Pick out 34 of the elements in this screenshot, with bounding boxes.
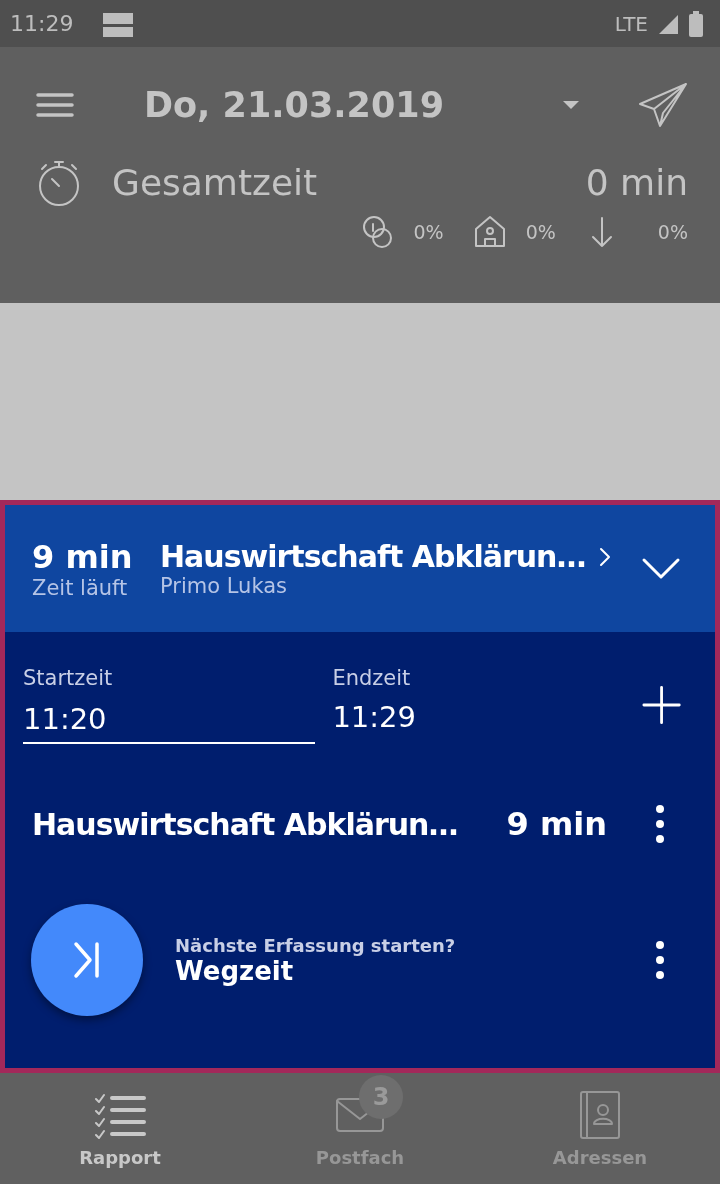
network-label: LTE — [614, 11, 648, 36]
plus-icon[interactable] — [641, 684, 681, 726]
activity-title[interactable]: Hauswirtschaft Abklärun… — [160, 539, 586, 574]
end-time-value: 11:29 — [332, 700, 417, 736]
address-book-icon — [578, 1090, 622, 1140]
next-prompt: Nächste Erfassung starten? — [175, 934, 456, 956]
skip-next-button[interactable] — [31, 904, 143, 1016]
percentage-value: 0% — [525, 221, 556, 243]
entry-duration: 9 min — [506, 805, 607, 843]
checklist-icon — [94, 1091, 146, 1139]
send-icon[interactable] — [638, 81, 688, 128]
date-dropdown[interactable]: Do, 21.03.2019 — [144, 84, 638, 125]
percentage-value: 0% — [413, 221, 444, 243]
more-icon[interactable] — [655, 940, 665, 980]
total-label: Gesamtzeit — [112, 161, 318, 203]
end-time-label: Endzeit — [332, 666, 412, 690]
running-duration: 9 min — [32, 537, 134, 576]
total-value: 0 min — [585, 161, 688, 203]
battery-icon — [688, 9, 704, 38]
menu-icon[interactable] — [36, 90, 74, 119]
next-activity: Wegzeit — [175, 955, 294, 986]
skip-icon — [72, 940, 102, 980]
dropdown-arrow-icon — [562, 99, 580, 110]
chevron-right-icon — [599, 546, 612, 567]
entry-title[interactable]: Hauswirtschaft Abklärun… — [32, 806, 507, 842]
start-time-field[interactable]: 11:20 — [23, 700, 315, 744]
client-name: Primo Lukas — [160, 574, 288, 598]
chevron-down-icon[interactable] — [641, 556, 681, 581]
start-time-label: Startzeit — [23, 666, 114, 690]
percentage-value: 0% — [657, 221, 688, 243]
more-icon[interactable] — [655, 804, 665, 844]
timer-state: Zeit läuft — [32, 575, 129, 600]
nav-tab[interactable]: Rapport — [0, 1073, 240, 1184]
status-time: 11:29 — [10, 11, 74, 36]
